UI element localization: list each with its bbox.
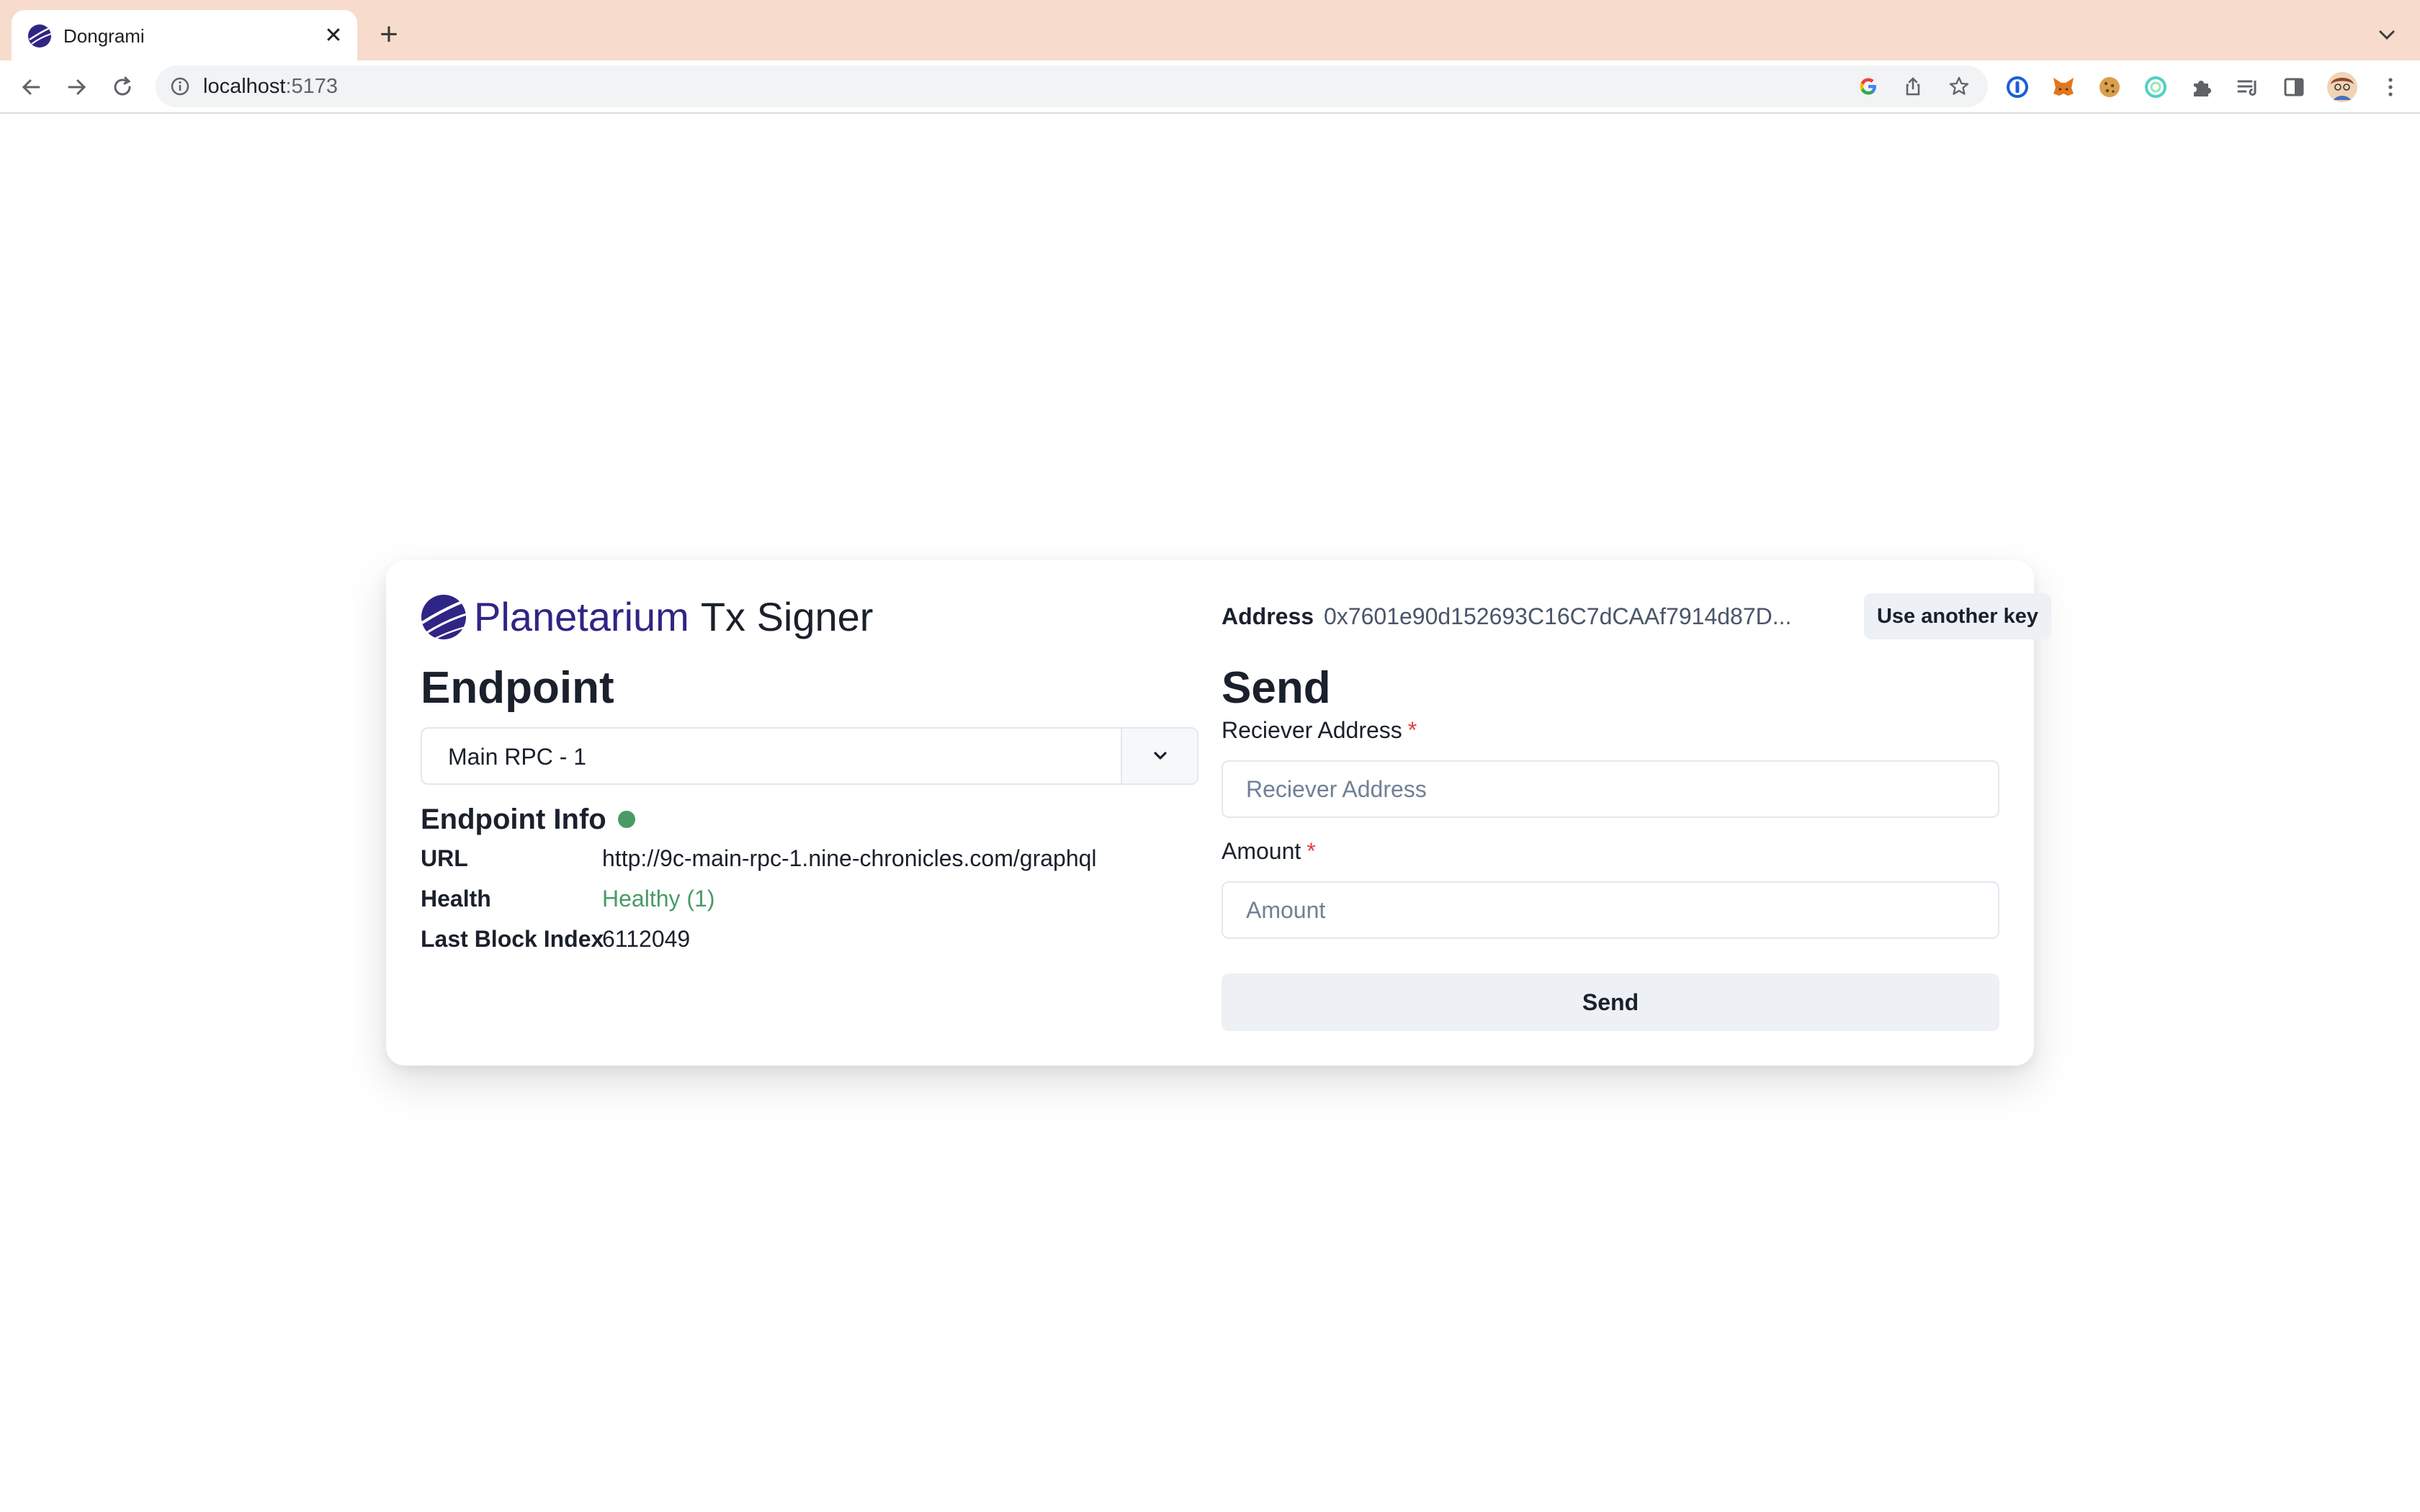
google-icon[interactable] xyxy=(1857,75,1880,98)
side-panel-icon[interactable] xyxy=(2280,73,2308,101)
metamask-icon[interactable] xyxy=(2050,73,2077,101)
endpoint-info-label: Endpoint Info xyxy=(421,804,606,835)
browser-tab[interactable]: Dongrami ✕ xyxy=(12,10,357,60)
brand-name: Planetarium xyxy=(474,594,689,639)
send-heading: Send xyxy=(1222,663,1331,713)
required-mark: * xyxy=(1307,838,1316,864)
amount-label-text: Amount xyxy=(1222,838,1301,864)
info-label-last-block: Last Block Index xyxy=(421,926,604,952)
bookmark-star-icon[interactable] xyxy=(1948,75,1971,98)
info-label-health: Health xyxy=(421,886,491,912)
tx-signer-card: Planetarium Tx Signer Endpoint Main RPC … xyxy=(386,560,2051,1066)
planetarium-logo-icon xyxy=(421,595,467,640)
endpoint-select[interactable]: Main RPC - 1 xyxy=(421,727,1198,785)
info-value-url: http://9c-main-rpc-1.nine-chronicles.com… xyxy=(602,845,1097,871)
cookie-icon[interactable] xyxy=(2096,73,2123,101)
health-status-dot-icon xyxy=(617,811,635,828)
profile-avatar[interactable] xyxy=(2326,71,2358,103)
amount-input[interactable] xyxy=(1222,881,1999,939)
url-text[interactable]: localhost:5173 xyxy=(203,74,338,99)
share-icon[interactable] xyxy=(1901,75,1924,98)
password-manager-icon[interactable] xyxy=(2004,73,2031,101)
tab-title: Dongrami xyxy=(63,25,145,47)
receiver-address-label-text: Reciever Address xyxy=(1222,717,1402,743)
info-label-url: URL xyxy=(421,845,468,871)
browser-toolbar: localhost:5173 xyxy=(0,60,2420,114)
forward-icon[interactable] xyxy=(62,73,91,102)
address-label: Address xyxy=(1222,603,1314,629)
app-brand: Planetarium Tx Signer xyxy=(421,593,873,641)
extension-ring-icon[interactable] xyxy=(2142,73,2169,101)
new-tab-button[interactable]: + xyxy=(375,19,403,50)
address-bar[interactable]: localhost:5173 xyxy=(156,66,1988,107)
url-port: :5173 xyxy=(285,75,339,98)
url-host: localhost xyxy=(203,75,286,98)
endpoint-info-title: Endpoint Info xyxy=(421,801,635,838)
endpoint-select-value: Main RPC - 1 xyxy=(448,744,587,770)
receiver-address-input[interactable] xyxy=(1222,760,1999,818)
info-value-last-block: 6112049 xyxy=(602,926,691,952)
site-info-icon[interactable] xyxy=(170,76,190,96)
planetarium-favicon-icon xyxy=(28,24,52,48)
reload-icon[interactable] xyxy=(108,73,137,102)
use-another-key-button[interactable]: Use another key xyxy=(1864,593,2051,639)
info-value-health: Healthy (1) xyxy=(602,886,715,912)
more-menu-icon[interactable] xyxy=(2377,73,2404,101)
back-icon[interactable] xyxy=(17,73,46,102)
address-value: 0x7601e90d152693C16C7dCAAf7914d87D... xyxy=(1324,603,1792,629)
tab-search-chevron-icon[interactable] xyxy=(2374,22,2400,48)
amount-label: Amount * xyxy=(1222,835,1316,867)
browser-tab-strip: Dongrami ✕ + xyxy=(0,0,2420,60)
brand-suffix: Tx Signer xyxy=(700,594,874,639)
receiver-address-label: Reciever Address * xyxy=(1222,714,1417,746)
send-button[interactable]: Send xyxy=(1222,973,1999,1031)
close-tab-icon[interactable]: ✕ xyxy=(321,24,346,48)
reading-list-icon[interactable] xyxy=(2234,73,2262,101)
endpoint-dropdown-button[interactable] xyxy=(1121,729,1197,783)
puzzle-extensions-icon[interactable] xyxy=(2188,73,2215,101)
endpoint-heading: Endpoint xyxy=(421,663,614,713)
required-mark: * xyxy=(1407,717,1417,743)
chevron-down-icon xyxy=(1154,752,1167,760)
